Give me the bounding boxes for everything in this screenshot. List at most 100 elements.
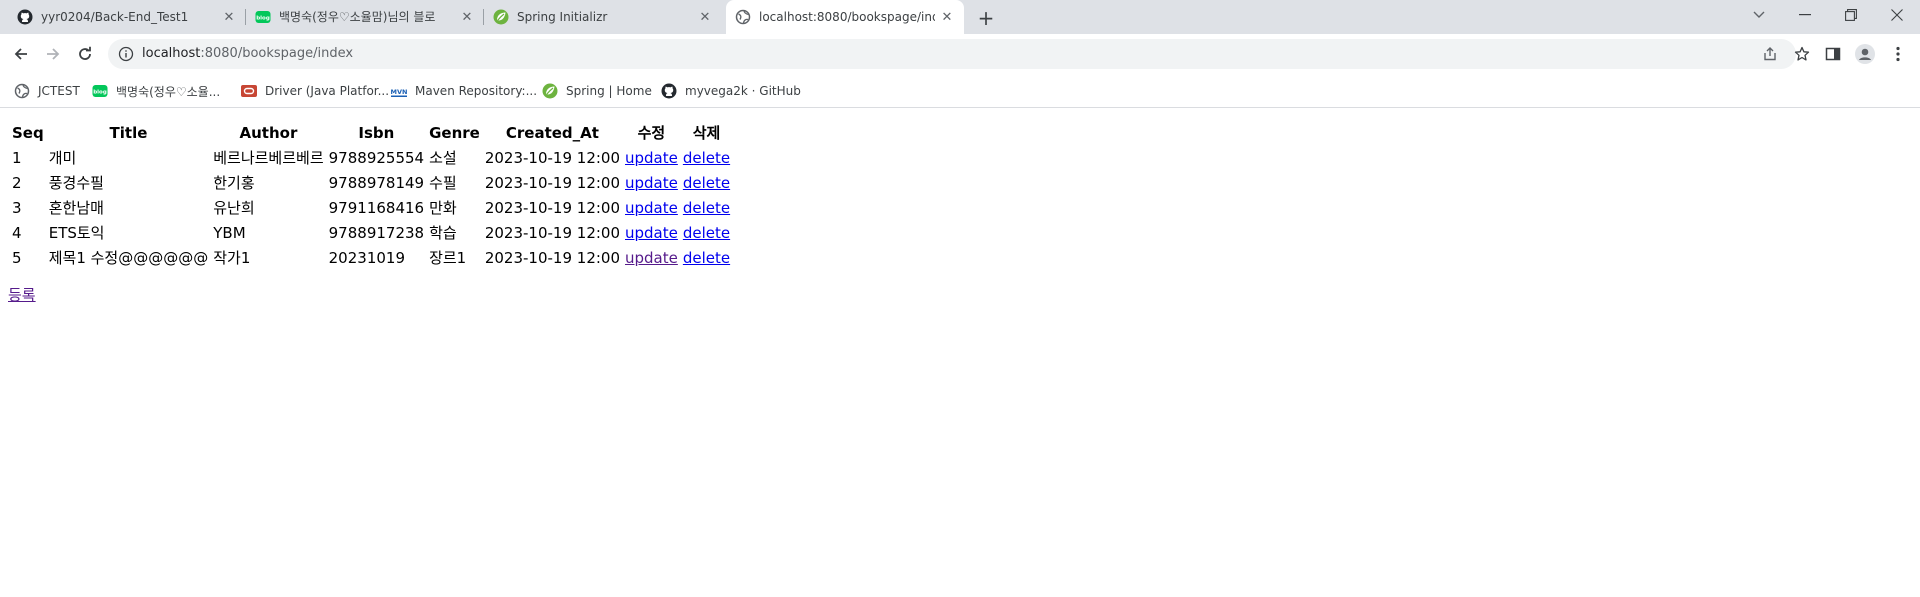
back-button[interactable] [7, 40, 35, 68]
menu-button[interactable] [1888, 44, 1908, 64]
delete-link[interactable]: delete [683, 149, 730, 167]
cell-author: 한기홍 [213, 174, 255, 192]
close-icon[interactable]: ✕ [938, 8, 956, 26]
header-title: Title [109, 123, 148, 142]
bookmarks-bar: JCTEST blog 백명숙(정우♡소율... Driver (Java Pl… [0, 74, 1920, 108]
close-icon [1891, 9, 1903, 21]
cell-delete: delete [682, 221, 731, 244]
close-icon[interactable]: ✕ [458, 8, 476, 26]
bookmark-oracle-driver[interactable]: Driver (Java Platfor... [241, 82, 389, 100]
spring-icon [542, 83, 558, 99]
globe-icon [14, 83, 30, 99]
cell-created-at: 2023-10-19 12:00 [484, 198, 620, 217]
update-link[interactable]: update [625, 174, 678, 192]
bookmark-maven[interactable]: MVN Maven Repository:... [391, 82, 537, 100]
table-row: 4 ETS토익 YBM 9788917238 학습 2023-10-19 12:… [11, 221, 731, 244]
minimize-button[interactable] [1782, 0, 1828, 30]
update-link[interactable]: update [625, 199, 678, 217]
table-row: 3 혼한남매 유난희 9791168416 만화 2023-10-19 12:0… [11, 196, 731, 219]
cell-seq: 2 [12, 173, 22, 192]
update-link[interactable]: update [625, 149, 678, 167]
cell-title: 풍경수필 [48, 174, 104, 192]
cell-delete: delete [682, 171, 731, 194]
forward-button[interactable] [39, 40, 67, 68]
delete-link[interactable]: delete [683, 199, 730, 217]
update-link[interactable]: update [625, 249, 678, 267]
tab-github[interactable]: yyr0204/Back-End_Test1 ✕ [8, 0, 246, 34]
bookmark-naver-blog[interactable]: blog 백명숙(정우♡소율... [92, 82, 220, 100]
bookmark-label: 백명숙(정우♡소율... [116, 84, 221, 99]
header-genre: Genre [429, 123, 480, 142]
side-panel-icon [1825, 47, 1841, 61]
bookmark-label: myvega2k · GitHub [685, 84, 801, 98]
bookmark-github[interactable]: myvega2k · GitHub [661, 82, 801, 100]
table-header-row: Seq Title Author Isbn Genre Created_At 수… [11, 121, 731, 144]
svg-text:blog: blog [93, 90, 107, 96]
cell-update: update [624, 146, 679, 169]
register-link[interactable]: 등록 [8, 284, 36, 305]
header-author: Author [239, 123, 298, 142]
cell-created-at: 2023-10-19 12:00 [484, 148, 620, 167]
cell-genre: 만화 [429, 199, 457, 217]
bookmark-label: Spring | Home [566, 84, 652, 98]
bookmark-label: Maven Repository:... [415, 84, 538, 98]
tab-spring-initializr[interactable]: Spring Initializr ✕ [484, 0, 722, 34]
delete-link[interactable]: delete [683, 224, 730, 242]
cell-delete: delete [682, 246, 731, 269]
close-icon[interactable]: ✕ [696, 8, 714, 26]
kebab-menu-icon [1896, 46, 1900, 62]
profile-button[interactable] [1855, 44, 1875, 64]
books-table: Seq Title Author Isbn Genre Created_At 수… [8, 119, 734, 271]
reload-button[interactable] [71, 40, 99, 68]
url-path: :8080/bookspage/index [200, 46, 354, 61]
header-seq: Seq [12, 123, 44, 142]
cell-update: update [624, 171, 679, 194]
cell-isbn: 9788917238 [328, 223, 425, 242]
update-link[interactable]: update [625, 224, 678, 242]
github-icon [661, 83, 677, 99]
bookmark-spring[interactable]: Spring | Home [542, 82, 652, 100]
side-panel-button[interactable] [1823, 44, 1843, 64]
cell-update: update [624, 196, 679, 219]
cell-update: update [624, 221, 679, 244]
cell-author: YBM [213, 223, 246, 242]
arrow-left-icon [14, 48, 27, 60]
address-bar[interactable]: localhost:8080/bookspage/index [108, 39, 1810, 69]
cell-title: 혼한남매 [48, 199, 104, 217]
tab-strip: yyr0204/Back-End_Test1 ✕ blog 백명숙(정우♡소율맘… [0, 0, 1920, 34]
cell-created-at: 2023-10-19 12:00 [484, 223, 620, 242]
info-icon[interactable] [118, 46, 134, 62]
restore-icon [1845, 9, 1857, 21]
spring-icon [493, 9, 509, 25]
header-edit: 수정 [637, 124, 666, 142]
minimize-icon [1799, 14, 1811, 16]
cell-delete: delete [682, 196, 731, 219]
cell-genre: 소설 [429, 149, 457, 167]
share-icon[interactable] [1762, 46, 1778, 62]
page-content: Seq Title Author Isbn Genre Created_At 수… [0, 109, 1920, 597]
cell-genre: 학습 [429, 224, 457, 242]
restore-button[interactable] [1828, 0, 1874, 30]
new-tab-button[interactable]: + [973, 5, 999, 31]
delete-link[interactable]: delete [683, 174, 730, 192]
cell-seq: 1 [12, 148, 22, 167]
tab-search-button[interactable] [1736, 0, 1782, 30]
close-window-button[interactable] [1874, 0, 1920, 30]
tab-title: yyr0204/Back-End_Test1 [41, 10, 189, 24]
bookmark-jctest[interactable]: JCTEST [14, 82, 80, 100]
cell-title: 제목1 수정@@@@@@ [48, 249, 209, 267]
delete-link[interactable]: delete [683, 249, 730, 267]
cell-title: 개미 [48, 149, 77, 167]
header-isbn: Isbn [358, 123, 395, 142]
bookmark-label: JCTEST [38, 84, 80, 98]
cell-isbn: 9791168416 [328, 198, 425, 217]
toolbar: localhost:8080/bookspage/index [0, 34, 1920, 74]
reload-icon [79, 46, 91, 60]
tab-naver-blog[interactable]: blog 백명숙(정우♡소율맘)님의 블로 ✕ [246, 0, 484, 34]
tab-localhost-bookspage[interactable]: localhost:8080/bookspage/inde ✕ [726, 0, 964, 34]
url-host: localhost [142, 46, 201, 61]
close-icon[interactable]: ✕ [220, 8, 238, 26]
star-icon[interactable] [1794, 46, 1810, 62]
cell-seq: 3 [12, 198, 22, 217]
cell-isbn: 9788978149 [328, 173, 425, 192]
